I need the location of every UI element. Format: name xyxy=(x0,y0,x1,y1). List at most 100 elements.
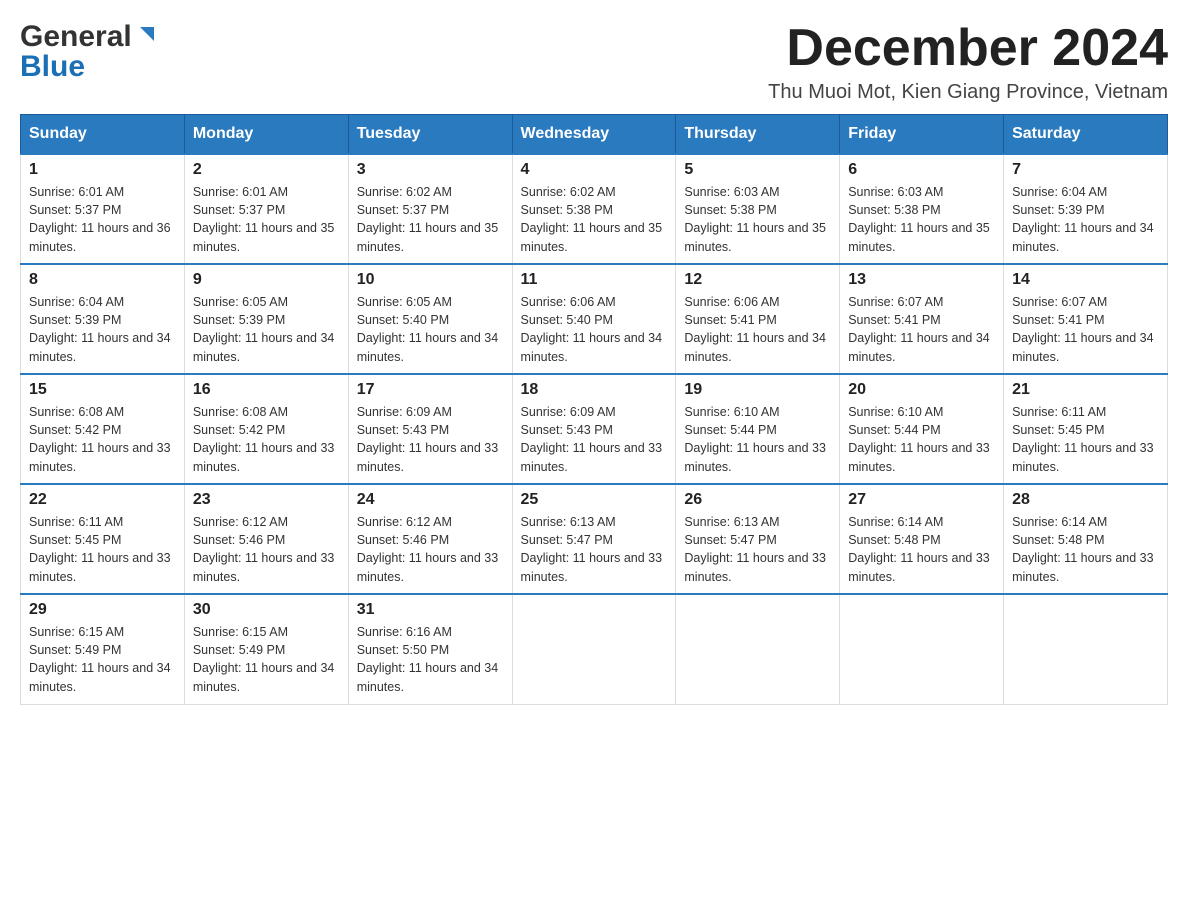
calendar-day-cell: 22 Sunrise: 6:11 AMSunset: 5:45 PMDaylig… xyxy=(21,484,185,594)
calendar-day-cell: 26 Sunrise: 6:13 AMSunset: 5:47 PMDaylig… xyxy=(676,484,840,594)
location-title: Thu Muoi Mot, Kien Giang Province, Vietn… xyxy=(768,81,1168,104)
day-number: 20 xyxy=(848,381,995,399)
logo-name: General Blue xyxy=(20,20,158,84)
weekday-header: Sunday xyxy=(21,115,185,155)
calendar-day-cell: 2 Sunrise: 6:01 AMSunset: 5:37 PMDayligh… xyxy=(184,154,348,264)
day-info: Sunrise: 6:11 AMSunset: 5:45 PMDaylight:… xyxy=(29,515,171,583)
logo-general-text: General xyxy=(20,20,132,54)
day-info: Sunrise: 6:07 AMSunset: 5:41 PMDaylight:… xyxy=(848,295,990,363)
calendar-day-cell: 23 Sunrise: 6:12 AMSunset: 5:46 PMDaylig… xyxy=(184,484,348,594)
day-info: Sunrise: 6:15 AMSunset: 5:49 PMDaylight:… xyxy=(193,625,335,693)
logo-blue-text: Blue xyxy=(20,50,158,84)
day-number: 23 xyxy=(193,491,340,509)
calendar-day-cell: 8 Sunrise: 6:04 AMSunset: 5:39 PMDayligh… xyxy=(21,264,185,374)
day-info: Sunrise: 6:12 AMSunset: 5:46 PMDaylight:… xyxy=(193,515,335,583)
day-info: Sunrise: 6:01 AMSunset: 5:37 PMDaylight:… xyxy=(29,185,171,253)
day-number: 15 xyxy=(29,381,176,399)
day-number: 7 xyxy=(1012,161,1159,179)
day-info: Sunrise: 6:03 AMSunset: 5:38 PMDaylight:… xyxy=(684,185,826,253)
day-number: 26 xyxy=(684,491,831,509)
calendar-day-cell: 27 Sunrise: 6:14 AMSunset: 5:48 PMDaylig… xyxy=(840,484,1004,594)
calendar-day-cell: 29 Sunrise: 6:15 AMSunset: 5:49 PMDaylig… xyxy=(21,594,185,704)
calendar-day-cell: 25 Sunrise: 6:13 AMSunset: 5:47 PMDaylig… xyxy=(512,484,676,594)
day-number: 1 xyxy=(29,161,176,179)
day-number: 31 xyxy=(357,601,504,619)
logo: General Blue xyxy=(20,20,158,84)
day-info: Sunrise: 6:08 AMSunset: 5:42 PMDaylight:… xyxy=(193,405,335,473)
calendar-day-cell: 18 Sunrise: 6:09 AMSunset: 5:43 PMDaylig… xyxy=(512,374,676,484)
calendar-week-row: 1 Sunrise: 6:01 AMSunset: 5:37 PMDayligh… xyxy=(21,154,1168,264)
day-number: 29 xyxy=(29,601,176,619)
day-info: Sunrise: 6:16 AMSunset: 5:50 PMDaylight:… xyxy=(357,625,499,693)
weekday-header: Monday xyxy=(184,115,348,155)
day-info: Sunrise: 6:13 AMSunset: 5:47 PMDaylight:… xyxy=(684,515,826,583)
calendar-day-cell: 24 Sunrise: 6:12 AMSunset: 5:46 PMDaylig… xyxy=(348,484,512,594)
calendar-day-cell: 12 Sunrise: 6:06 AMSunset: 5:41 PMDaylig… xyxy=(676,264,840,374)
day-number: 22 xyxy=(29,491,176,509)
day-info: Sunrise: 6:13 AMSunset: 5:47 PMDaylight:… xyxy=(521,515,663,583)
day-info: Sunrise: 6:03 AMSunset: 5:38 PMDaylight:… xyxy=(848,185,990,253)
weekday-header: Tuesday xyxy=(348,115,512,155)
calendar-day-cell: 7 Sunrise: 6:04 AMSunset: 5:39 PMDayligh… xyxy=(1004,154,1168,264)
day-number: 8 xyxy=(29,271,176,289)
calendar-day-cell: 1 Sunrise: 6:01 AMSunset: 5:37 PMDayligh… xyxy=(21,154,185,264)
calendar-day-cell: 19 Sunrise: 6:10 AMSunset: 5:44 PMDaylig… xyxy=(676,374,840,484)
calendar-header-row: SundayMondayTuesdayWednesdayThursdayFrid… xyxy=(21,115,1168,155)
calendar-day-cell: 17 Sunrise: 6:09 AMSunset: 5:43 PMDaylig… xyxy=(348,374,512,484)
day-number: 14 xyxy=(1012,271,1159,289)
calendar-week-row: 8 Sunrise: 6:04 AMSunset: 5:39 PMDayligh… xyxy=(21,264,1168,374)
weekday-header: Thursday xyxy=(676,115,840,155)
day-number: 16 xyxy=(193,381,340,399)
calendar-day-cell: 20 Sunrise: 6:10 AMSunset: 5:44 PMDaylig… xyxy=(840,374,1004,484)
day-number: 4 xyxy=(521,161,668,179)
day-number: 9 xyxy=(193,271,340,289)
day-number: 25 xyxy=(521,491,668,509)
day-info: Sunrise: 6:10 AMSunset: 5:44 PMDaylight:… xyxy=(848,405,990,473)
day-info: Sunrise: 6:12 AMSunset: 5:46 PMDaylight:… xyxy=(357,515,499,583)
day-number: 21 xyxy=(1012,381,1159,399)
day-number: 2 xyxy=(193,161,340,179)
calendar-day-cell xyxy=(1004,594,1168,704)
day-info: Sunrise: 6:06 AMSunset: 5:40 PMDaylight:… xyxy=(521,295,663,363)
day-info: Sunrise: 6:04 AMSunset: 5:39 PMDaylight:… xyxy=(29,295,171,363)
day-info: Sunrise: 6:02 AMSunset: 5:38 PMDaylight:… xyxy=(521,185,663,253)
calendar-day-cell: 5 Sunrise: 6:03 AMSunset: 5:38 PMDayligh… xyxy=(676,154,840,264)
day-number: 19 xyxy=(684,381,831,399)
day-number: 18 xyxy=(521,381,668,399)
weekday-header: Friday xyxy=(840,115,1004,155)
day-number: 12 xyxy=(684,271,831,289)
weekday-header: Saturday xyxy=(1004,115,1168,155)
day-info: Sunrise: 6:09 AMSunset: 5:43 PMDaylight:… xyxy=(357,405,499,473)
month-title: December 2024 xyxy=(768,20,1168,77)
calendar-table: SundayMondayTuesdayWednesdayThursdayFrid… xyxy=(20,114,1168,705)
calendar-day-cell: 14 Sunrise: 6:07 AMSunset: 5:41 PMDaylig… xyxy=(1004,264,1168,374)
calendar-day-cell: 4 Sunrise: 6:02 AMSunset: 5:38 PMDayligh… xyxy=(512,154,676,264)
day-number: 5 xyxy=(684,161,831,179)
calendar-day-cell: 6 Sunrise: 6:03 AMSunset: 5:38 PMDayligh… xyxy=(840,154,1004,264)
day-number: 11 xyxy=(521,271,668,289)
day-info: Sunrise: 6:08 AMSunset: 5:42 PMDaylight:… xyxy=(29,405,171,473)
calendar-day-cell xyxy=(512,594,676,704)
calendar-day-cell: 16 Sunrise: 6:08 AMSunset: 5:42 PMDaylig… xyxy=(184,374,348,484)
day-info: Sunrise: 6:15 AMSunset: 5:49 PMDaylight:… xyxy=(29,625,171,693)
day-info: Sunrise: 6:05 AMSunset: 5:40 PMDaylight:… xyxy=(357,295,499,363)
day-info: Sunrise: 6:14 AMSunset: 5:48 PMDaylight:… xyxy=(1012,515,1154,583)
day-info: Sunrise: 6:06 AMSunset: 5:41 PMDaylight:… xyxy=(684,295,826,363)
page-header: General Blue December 2024 Thu Muoi Mot,… xyxy=(20,20,1168,104)
calendar-day-cell: 28 Sunrise: 6:14 AMSunset: 5:48 PMDaylig… xyxy=(1004,484,1168,594)
day-number: 27 xyxy=(848,491,995,509)
day-info: Sunrise: 6:11 AMSunset: 5:45 PMDaylight:… xyxy=(1012,405,1154,473)
day-info: Sunrise: 6:09 AMSunset: 5:43 PMDaylight:… xyxy=(521,405,663,473)
logo-triangle-icon xyxy=(136,23,158,50)
day-number: 13 xyxy=(848,271,995,289)
day-info: Sunrise: 6:04 AMSunset: 5:39 PMDaylight:… xyxy=(1012,185,1154,253)
day-info: Sunrise: 6:02 AMSunset: 5:37 PMDaylight:… xyxy=(357,185,499,253)
weekday-header: Wednesday xyxy=(512,115,676,155)
day-info: Sunrise: 6:05 AMSunset: 5:39 PMDaylight:… xyxy=(193,295,335,363)
day-info: Sunrise: 6:10 AMSunset: 5:44 PMDaylight:… xyxy=(684,405,826,473)
calendar-day-cell: 15 Sunrise: 6:08 AMSunset: 5:42 PMDaylig… xyxy=(21,374,185,484)
calendar-week-row: 29 Sunrise: 6:15 AMSunset: 5:49 PMDaylig… xyxy=(21,594,1168,704)
day-info: Sunrise: 6:01 AMSunset: 5:37 PMDaylight:… xyxy=(193,185,335,253)
title-section: December 2024 Thu Muoi Mot, Kien Giang P… xyxy=(768,20,1168,104)
day-number: 6 xyxy=(848,161,995,179)
